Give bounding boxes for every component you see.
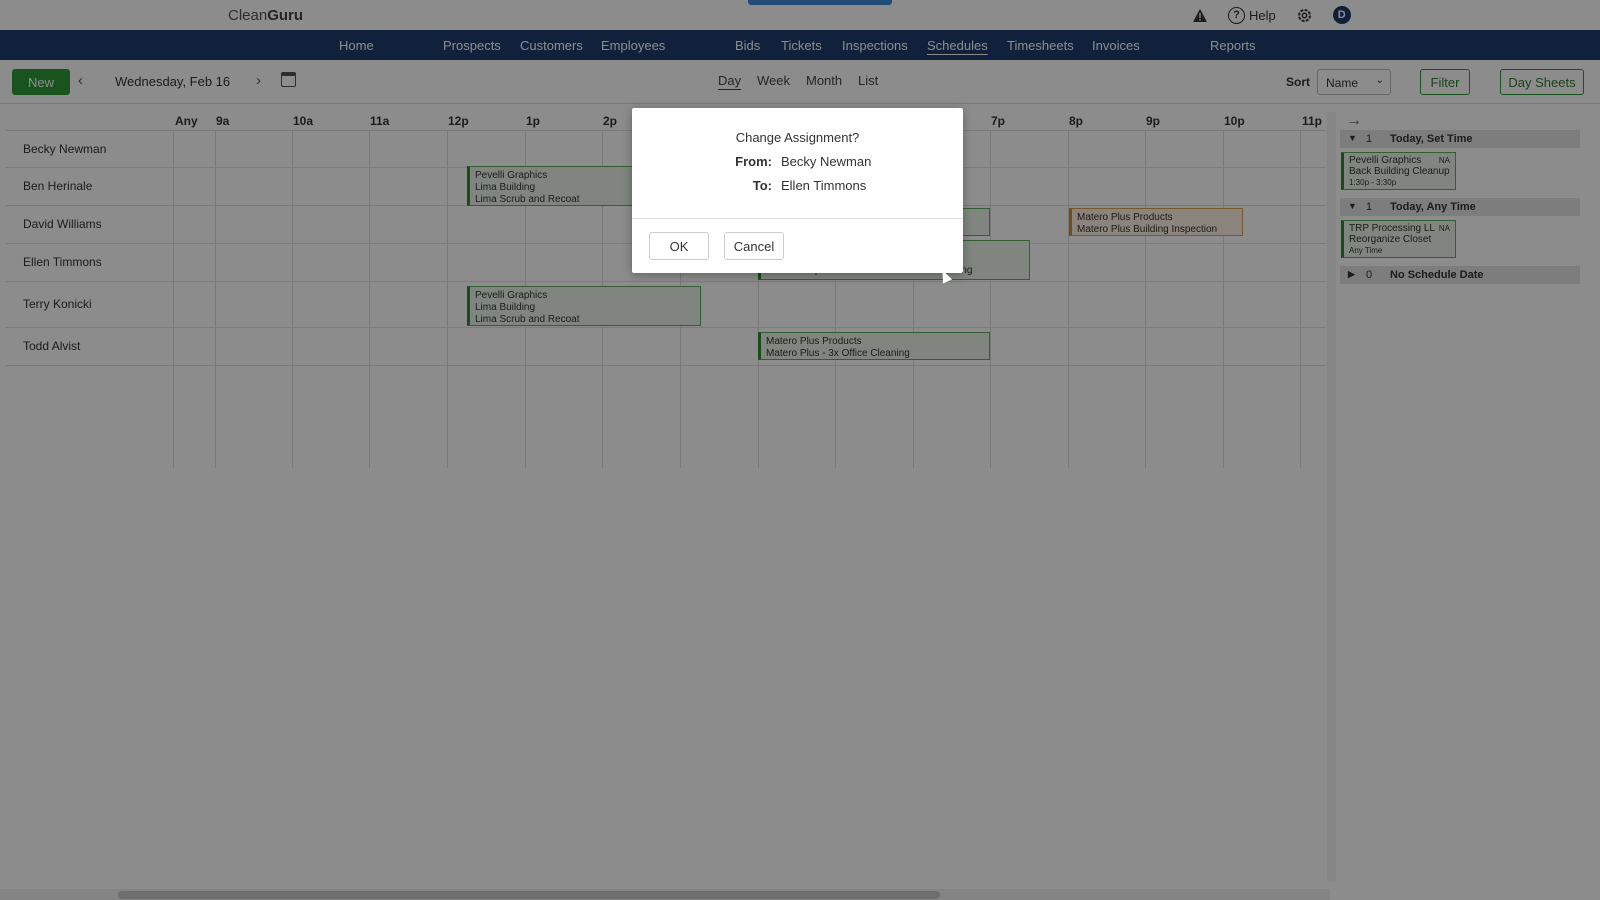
- from-label: From:: [735, 154, 772, 169]
- change-assignment-dialog: Change Assignment? From: Becky Newman To…: [632, 108, 963, 273]
- to-value: Ellen Timmons: [781, 178, 867, 193]
- to-label: To:: [752, 178, 772, 193]
- dialog-title: Change Assignment?: [735, 130, 860, 145]
- dialog-divider: [632, 218, 963, 219]
- ok-button[interactable]: OK: [649, 232, 709, 260]
- from-value: Becky Newman: [781, 154, 872, 169]
- cancel-button[interactable]: Cancel: [724, 232, 784, 260]
